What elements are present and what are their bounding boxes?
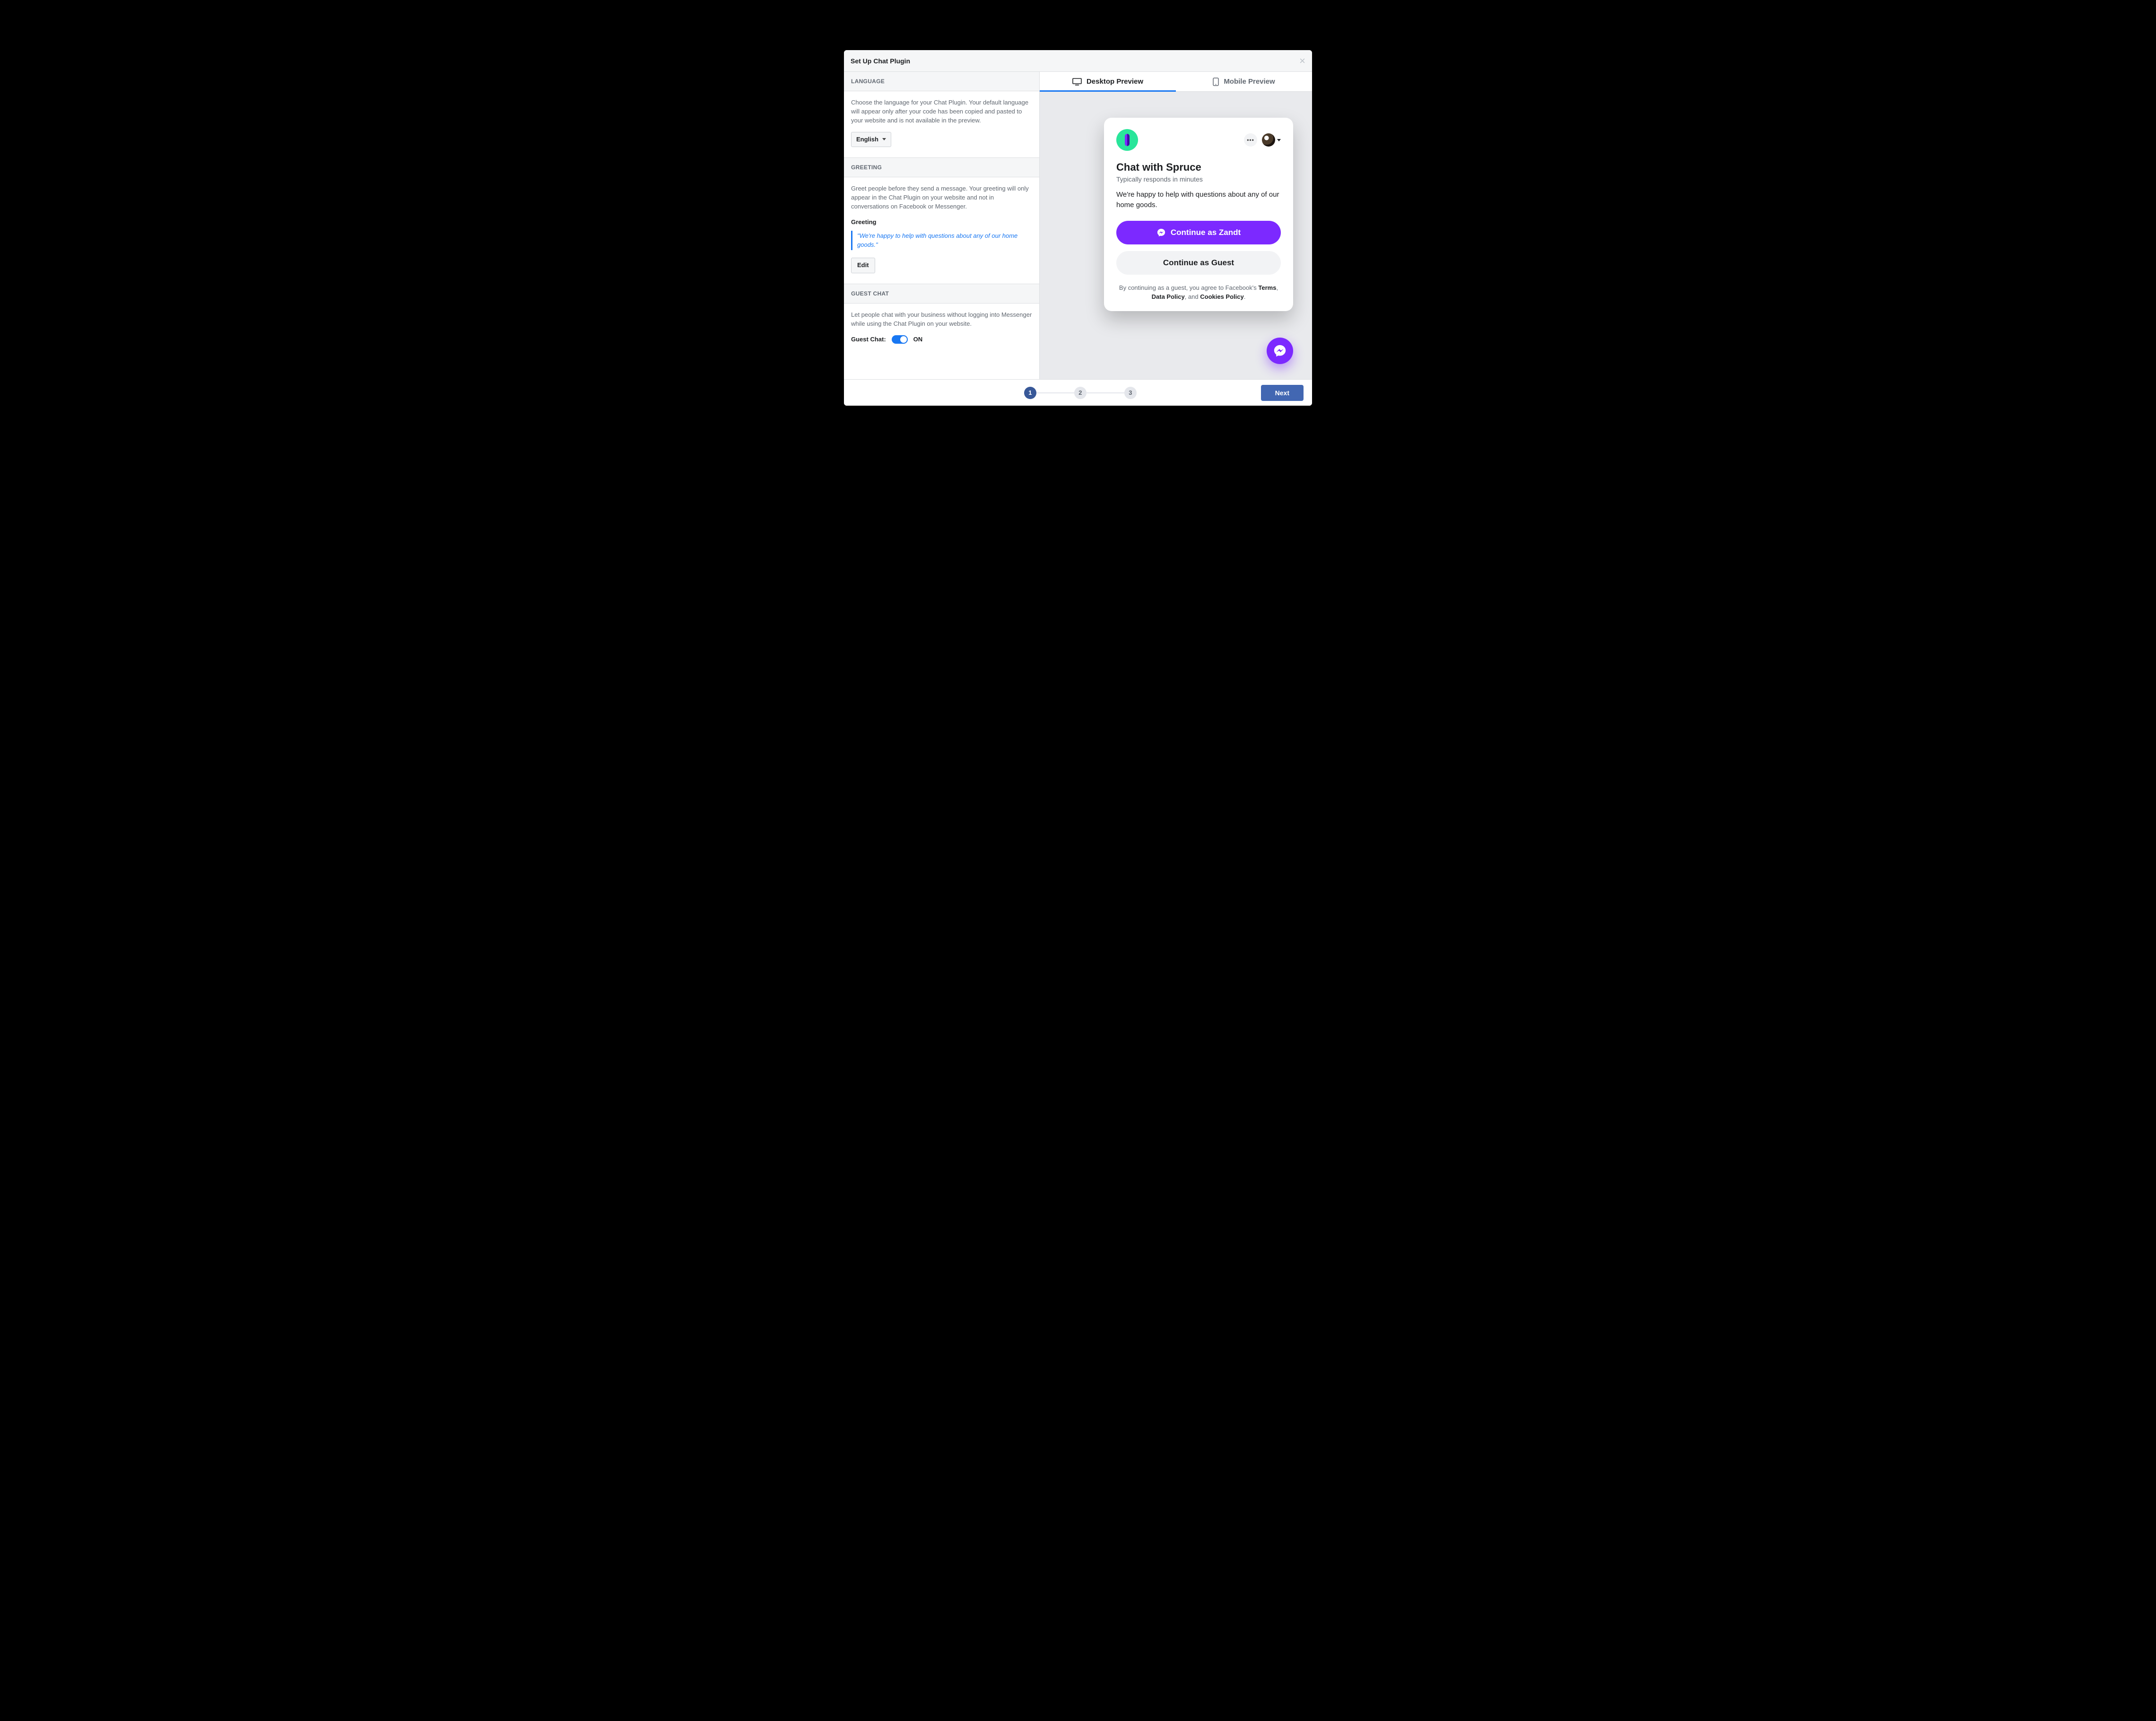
modal-body: LANGUAGE Choose the language for your Ch… (844, 72, 1312, 379)
tab-mobile-preview-label: Mobile Preview (1224, 78, 1275, 86)
chat-preview-card: ••• Chat with Spruce Typically responds … (1104, 118, 1293, 311)
more-menu-button[interactable]: ••• (1244, 133, 1257, 147)
step-1[interactable]: 1 (1024, 387, 1036, 399)
legal-data-policy-link[interactable]: Data Policy (1152, 293, 1185, 300)
messenger-icon (1273, 344, 1287, 358)
setup-chat-plugin-modal: Set Up Chat Plugin × LANGUAGE Choose the… (844, 50, 1312, 406)
guest-chat-desc: Let people chat with your business witho… (851, 311, 1032, 329)
stepper: 1 2 3 (900, 387, 1261, 399)
profile-avatar (1262, 133, 1275, 147)
messenger-fab[interactable] (1267, 338, 1293, 364)
guest-chat-toggle-state: ON (913, 335, 923, 344)
step-line (1036, 392, 1074, 393)
chat-card-subtitle: Typically responds in minutes (1116, 175, 1281, 183)
desktop-icon (1072, 78, 1082, 86)
guest-chat-section-header: GUEST CHAT (844, 284, 1039, 304)
next-button[interactable]: Next (1261, 385, 1304, 401)
legal-terms-link[interactable]: Terms (1258, 284, 1276, 291)
tab-desktop-preview-label: Desktop Preview (1087, 78, 1143, 86)
next-button-label: Next (1275, 389, 1289, 397)
caret-down-icon (882, 138, 886, 140)
modal-title: Set Up Chat Plugin (851, 57, 910, 65)
greeting-field-label: Greeting (851, 218, 1032, 227)
legal-cookies-policy-link[interactable]: Cookies Policy (1200, 293, 1243, 300)
mobile-icon (1213, 78, 1219, 86)
step-2[interactable]: 2 (1074, 387, 1087, 399)
greeting-value: "We're happy to help with questions abou… (851, 231, 1032, 251)
step-3[interactable]: 3 (1124, 387, 1137, 399)
legal-sep2: , and (1185, 293, 1200, 300)
continue-as-guest-button-label: Continue as Guest (1163, 258, 1234, 268)
language-desc: Choose the language for your Chat Plugin… (851, 98, 1032, 125)
guest-chat-toggle-row: Guest Chat: ON (851, 335, 1032, 344)
continue-as-guest-button[interactable]: Continue as Guest (1116, 251, 1281, 275)
chat-card-greeting: We're happy to help with questions about… (1116, 190, 1281, 210)
legal-suffix: . (1244, 293, 1246, 300)
guest-chat-toggle-label: Guest Chat: (851, 335, 886, 344)
config-panel: LANGUAGE Choose the language for your Ch… (844, 72, 1040, 379)
messenger-icon (1156, 228, 1166, 237)
tab-mobile-preview[interactable]: Mobile Preview (1176, 72, 1312, 91)
modal-footer: 1 2 3 Next (844, 379, 1312, 406)
greeting-section-body: Greet people before they send a message.… (844, 177, 1039, 284)
edit-greeting-button[interactable]: Edit (851, 258, 875, 273)
chat-card-top: ••• (1116, 129, 1281, 151)
greeting-desc: Greet people before they send a message.… (851, 184, 1032, 211)
language-section-body: Choose the language for your Chat Plugin… (844, 91, 1039, 157)
profile-switcher[interactable] (1262, 133, 1281, 147)
language-section-header: LANGUAGE (844, 72, 1039, 91)
greeting-section-header: GREETING (844, 157, 1039, 177)
continue-as-user-button-label: Continue as Zandt (1171, 228, 1241, 237)
guest-chat-section-body: Let people chat with your business witho… (844, 304, 1039, 355)
close-icon[interactable]: × (1299, 56, 1305, 66)
legal-sep1: , (1276, 284, 1278, 291)
page-avatar (1116, 129, 1138, 151)
language-select-value: English (856, 135, 878, 144)
edit-greeting-button-label: Edit (857, 261, 869, 270)
step-line (1087, 392, 1124, 393)
caret-down-icon (1277, 139, 1281, 141)
legal-prefix: By continuing as a guest, you agree to F… (1119, 284, 1258, 291)
chat-card-top-right: ••• (1244, 133, 1281, 147)
continue-as-user-button[interactable]: Continue as Zandt (1116, 221, 1281, 244)
preview-tabs: Desktop Preview Mobile Preview (1040, 72, 1312, 92)
chat-card-title: Chat with Spruce (1116, 161, 1281, 174)
modal-header: Set Up Chat Plugin × (844, 50, 1312, 72)
guest-legal-text: By continuing as a guest, you agree to F… (1116, 283, 1281, 302)
tab-desktop-preview[interactable]: Desktop Preview (1040, 72, 1176, 91)
page-avatar-glyph (1125, 134, 1130, 146)
language-select[interactable]: English (851, 132, 891, 148)
preview-canvas: ••• Chat with Spruce Typically responds … (1040, 92, 1312, 379)
guest-chat-toggle[interactable] (892, 335, 908, 344)
preview-panel: Desktop Preview Mobile Preview (1040, 72, 1312, 379)
